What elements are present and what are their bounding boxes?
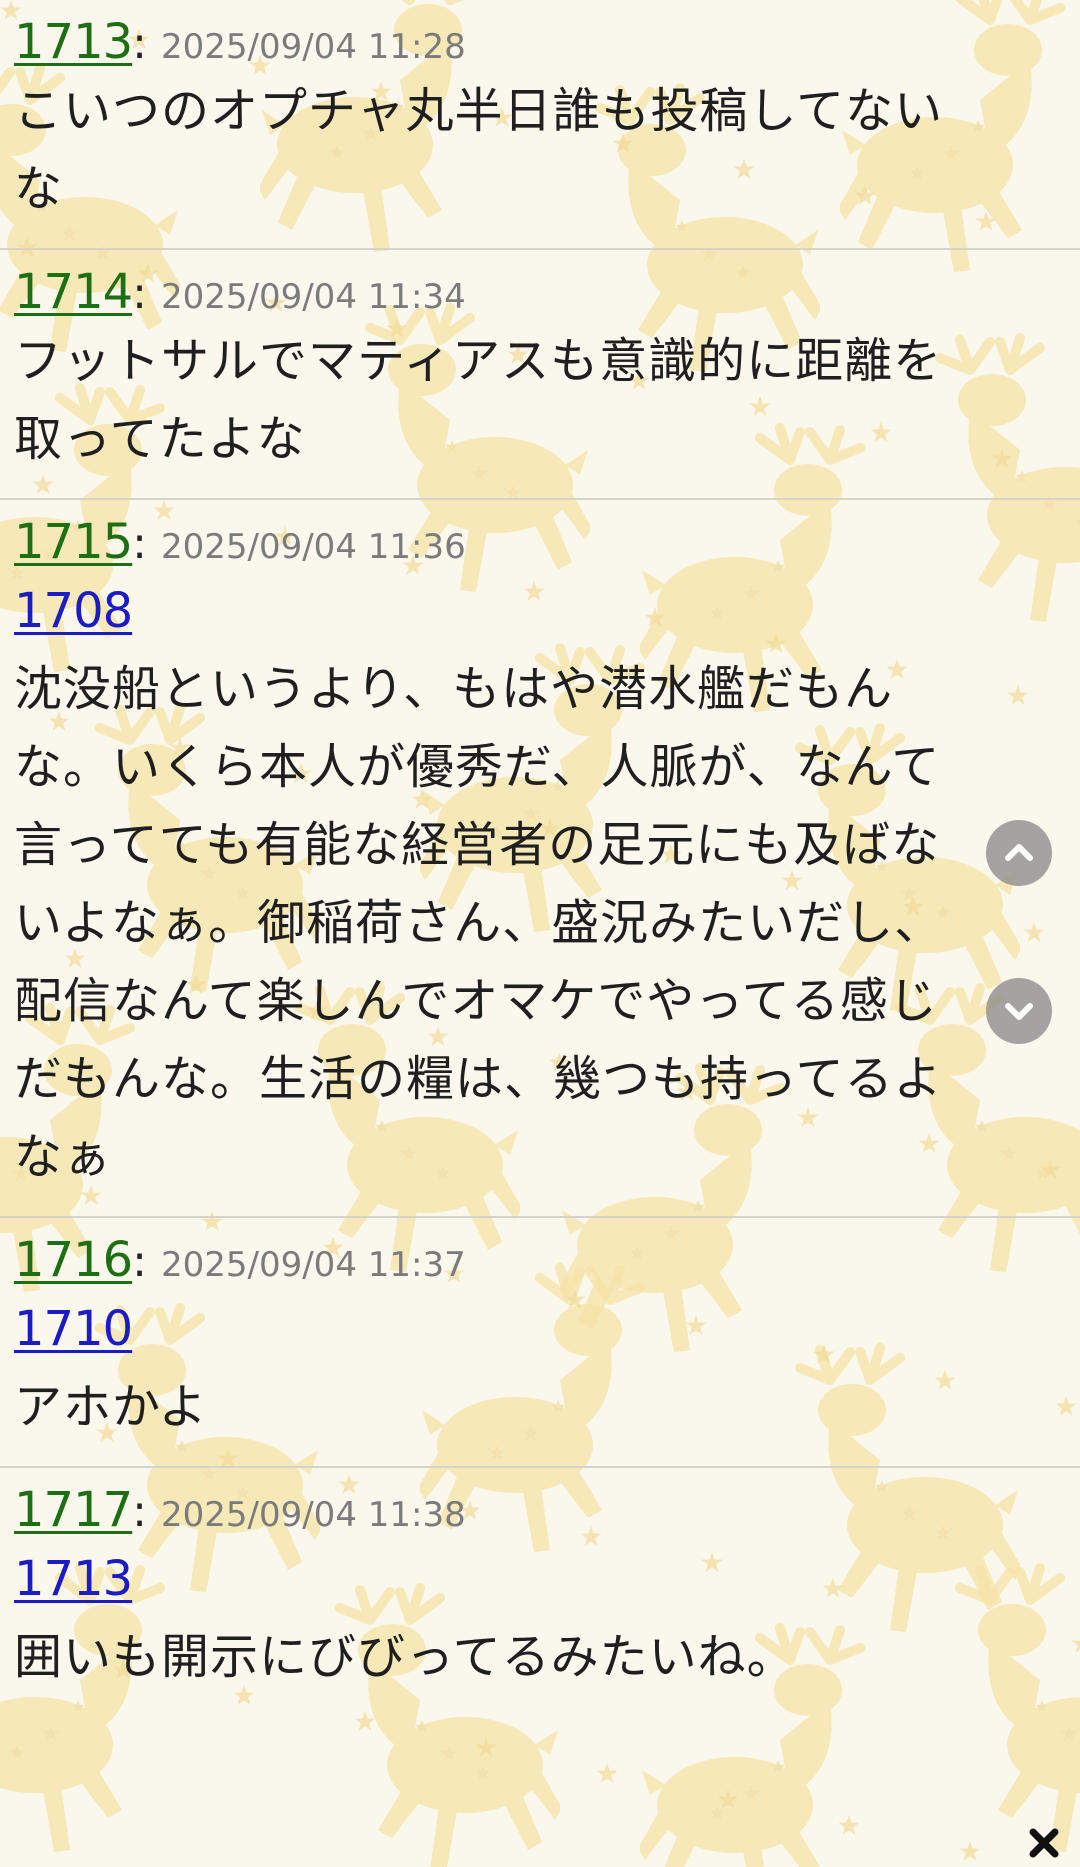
chevron-down-icon (1005, 1003, 1033, 1020)
post-header: 1715 : 2025/09/04 11:36 (14, 500, 1066, 572)
post-number-colon: : (132, 18, 147, 69)
post-body: 囲いも開示にびびってるみたいね。 (14, 1629, 796, 1685)
post-number-link[interactable]: 1716 (14, 1236, 133, 1284)
post-timestamp: 2025/09/04 11:34 (160, 277, 466, 317)
close-icon (1029, 1828, 1059, 1858)
post-header: 1716 : 2025/09/04 11:37 (14, 1218, 1066, 1290)
post-body: アホかよ (14, 1379, 208, 1435)
post-timestamp: 2025/09/04 11:37 (160, 1245, 466, 1285)
close-button[interactable] (1020, 1819, 1068, 1867)
post-timestamp: 2025/09/04 11:38 (160, 1495, 466, 1535)
reply-anchor-link[interactable]: 1713 (14, 1540, 1066, 1618)
post-timestamp: 2025/09/04 11:36 (160, 527, 466, 567)
post-number-link[interactable]: 1713 (14, 18, 133, 66)
post: 1714 : 2025/09/04 11:34 フットサルでマティアスも意識的に… (0, 250, 1080, 500)
post-header: 1713 : 2025/09/04 11:28 (14, 0, 1066, 72)
post-number-colon: : (132, 1236, 147, 1287)
post-body: 沈没船というより、もはや潜水艦だもん な。いくら本人が優秀だ、人脈が、なんて 言… (14, 661, 944, 1185)
post-number-colon: : (132, 518, 147, 569)
post-number-link[interactable]: 1717 (14, 1486, 133, 1534)
post-timestamp: 2025/09/04 11:28 (160, 27, 466, 67)
thread: 1713 : 2025/09/04 11:28 こいつのオプチャ丸半日誰も投稿し… (0, 0, 1080, 1696)
reply-anchor-link[interactable]: 1708 (14, 572, 1066, 650)
post-body: フットサルでマティアスも意識的に距離を 取ってたよな (14, 333, 943, 467)
scroll-down-button[interactable] (986, 978, 1052, 1044)
post: 1717 : 2025/09/04 11:38 1713 囲いも開示にびびってる… (0, 1468, 1080, 1696)
post-body: こいつのオプチャ丸半日誰も投稿してない な (14, 83, 944, 217)
post: 1713 : 2025/09/04 11:28 こいつのオプチャ丸半日誰も投稿し… (0, 0, 1080, 250)
reply-anchor-link[interactable]: 1710 (14, 1290, 1066, 1368)
post: 1715 : 2025/09/04 11:36 1708 沈没船というより、もは… (0, 500, 1080, 1218)
post-number-link[interactable]: 1714 (14, 268, 133, 316)
post-number-colon: : (132, 268, 147, 319)
scroll-up-button[interactable] (986, 820, 1052, 886)
post: 1716 : 2025/09/04 11:37 1710 アホかよ (0, 1218, 1080, 1468)
chevron-up-icon (1005, 844, 1033, 861)
post-number-colon: : (132, 1486, 147, 1537)
post-header: 1714 : 2025/09/04 11:34 (14, 250, 1066, 322)
post-header: 1717 : 2025/09/04 11:38 (14, 1468, 1066, 1540)
post-number-link[interactable]: 1715 (14, 518, 133, 566)
